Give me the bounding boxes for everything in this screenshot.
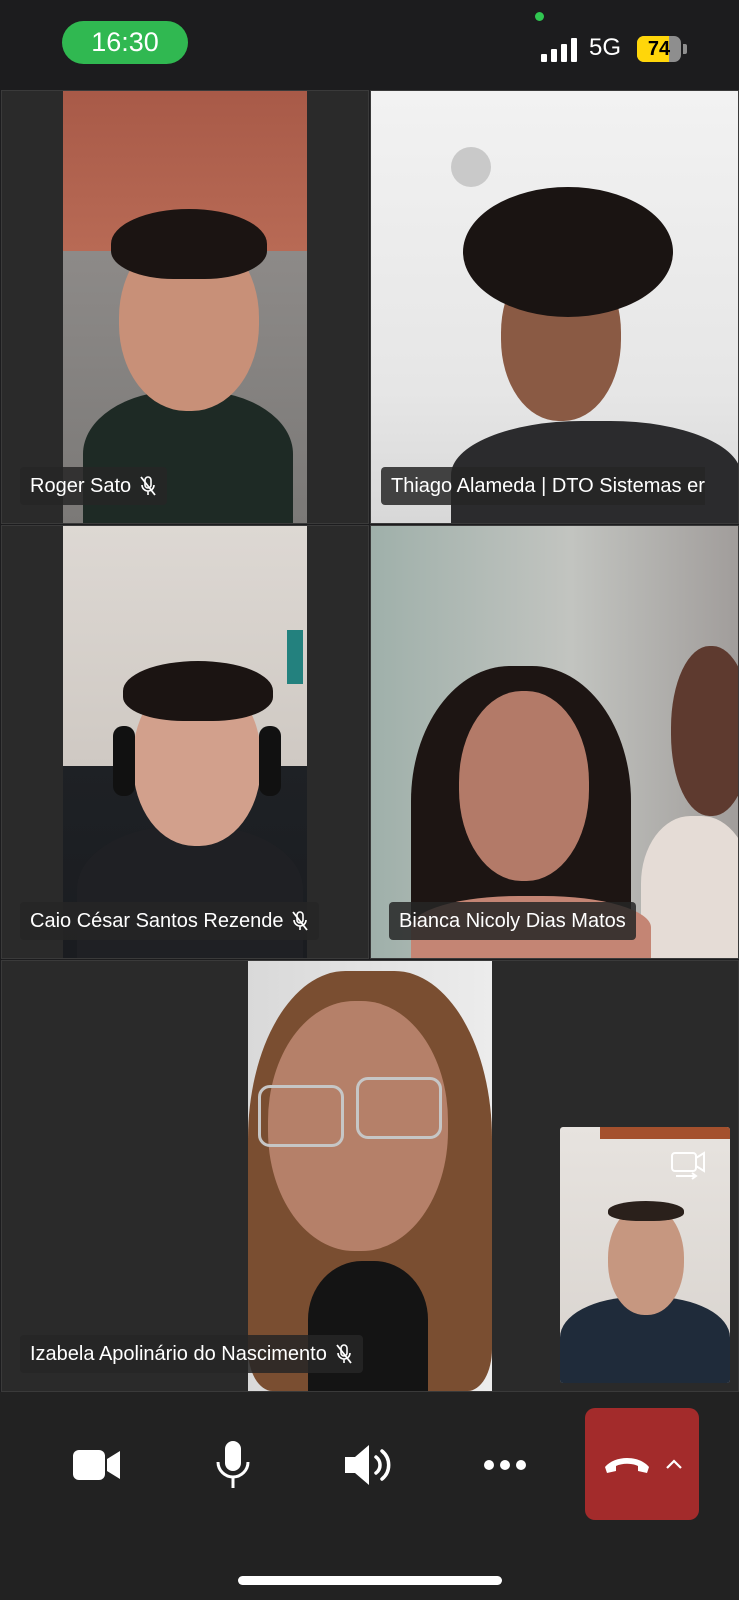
more-options-button[interactable] xyxy=(465,1430,545,1500)
network-type: 5G xyxy=(589,34,622,61)
self-view[interactable] xyxy=(560,1127,730,1383)
participant-video xyxy=(63,526,307,958)
end-call-icon xyxy=(605,1458,649,1473)
chevron-up-icon[interactable] xyxy=(665,1458,683,1470)
home-indicator[interactable] xyxy=(238,1576,502,1585)
switch-camera-icon[interactable] xyxy=(668,1145,708,1181)
battery-percent: 74 xyxy=(647,38,671,60)
participant-name-label: Izabela Apolinário do Nascimento xyxy=(20,1335,363,1373)
muted-mic-icon xyxy=(140,476,156,496)
muted-mic-icon xyxy=(336,1344,352,1364)
participant-name-label: Caio César Santos Rezende xyxy=(20,902,320,940)
video-camera-icon xyxy=(73,1450,120,1480)
status-bar: 16:30 5G 74 xyxy=(0,0,739,88)
cellular-signal-icon xyxy=(541,38,579,62)
participant-name-label: Roger Sato xyxy=(20,467,168,505)
participant-tile[interactable]: Thiago Alameda | DTO Sistemas er xyxy=(370,90,739,524)
microphone-icon xyxy=(216,1441,250,1488)
participant-video xyxy=(371,91,738,523)
status-time: 16:30 xyxy=(62,21,188,64)
participant-tile[interactable]: Roger Sato xyxy=(1,90,369,524)
camera-in-use-indicator xyxy=(535,12,544,21)
participant-name-label: Thiago Alameda | DTO Sistemas er xyxy=(381,467,705,505)
participant-tile[interactable]: Izabela Apolinário do Nascimento xyxy=(1,960,739,1392)
participant-tile[interactable]: Bianca Nicoly Dias Matos xyxy=(370,525,739,959)
speaker-icon xyxy=(345,1445,391,1485)
video-toggle-button[interactable] xyxy=(57,1430,137,1500)
participant-tile[interactable]: Caio César Santos Rezende xyxy=(1,525,369,959)
muted-mic-icon xyxy=(292,911,309,931)
battery-icon: 74 xyxy=(637,36,687,62)
participant-video xyxy=(248,961,492,1391)
end-call-button[interactable] xyxy=(585,1408,699,1520)
more-icon xyxy=(484,1460,526,1470)
participant-video xyxy=(371,526,738,958)
speaker-button[interactable] xyxy=(329,1430,409,1500)
participant-video xyxy=(63,91,307,523)
microphone-button[interactable] xyxy=(193,1430,273,1500)
participant-name-label: Bianca Nicoly Dias Matos xyxy=(389,902,636,940)
